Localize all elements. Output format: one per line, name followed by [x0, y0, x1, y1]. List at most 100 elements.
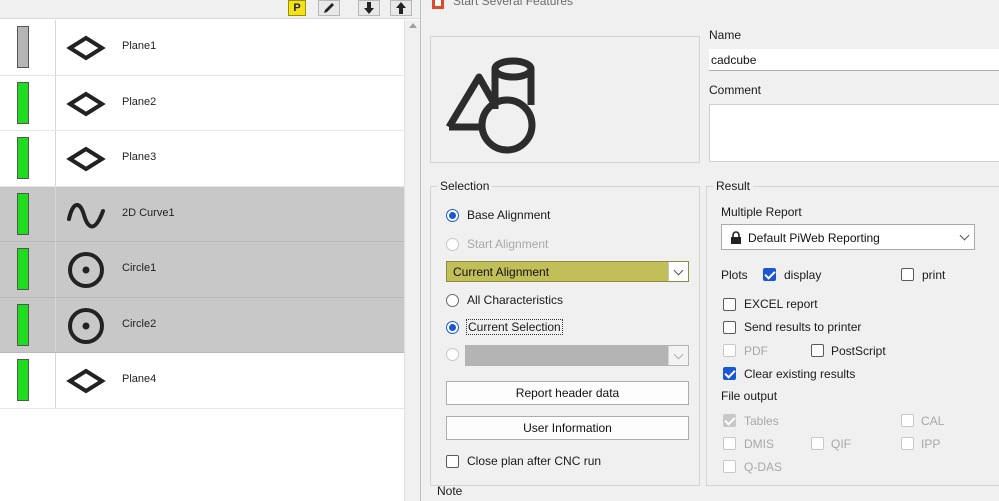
circle-icon — [64, 248, 108, 292]
dialog-title-bar: Start Several Features — [421, 0, 999, 12]
status-indicator — [17, 359, 29, 401]
all-characteristics-label: All Characteristics — [467, 293, 564, 307]
tables-label: Tables — [744, 414, 779, 428]
column-divider — [55, 242, 56, 297]
close-plan-label: Close plan after CNC run — [467, 454, 602, 468]
ipp-label: IPP — [921, 437, 941, 451]
postscript-label: PostScript — [831, 344, 886, 358]
current-selection-radio[interactable] — [446, 321, 459, 334]
qif-label: QIF — [831, 437, 851, 451]
plane-icon — [64, 26, 108, 70]
circle-icon — [64, 304, 108, 348]
excel-report-label: EXCEL report — [744, 297, 818, 311]
chevron-down-icon — [668, 346, 688, 365]
plane-icon — [64, 82, 108, 126]
column-divider — [55, 297, 56, 352]
name-label: Name — [709, 28, 742, 42]
ipp-checkbox[interactable] — [901, 437, 914, 450]
p-label: P — [293, 2, 301, 14]
user-information-button[interactable]: User Information — [446, 416, 689, 440]
feature-list: Plane1 Plane2 Plane3 2D Curve1 Circle1 Circle… — [0, 20, 404, 409]
status-indicator — [17, 192, 29, 235]
p-toggle-button[interactable]: P — [288, 0, 306, 16]
dmis-checkbox[interactable] — [723, 437, 736, 450]
custom-selection-select[interactable] — [465, 345, 689, 366]
dmis-label: DMIS — [744, 437, 774, 451]
curve-icon — [64, 193, 108, 237]
feature-row[interactable]: Plane4 — [0, 353, 404, 409]
custom-selection-radio[interactable] — [446, 348, 459, 361]
report-select-value: Default PiWeb Reporting — [748, 231, 880, 245]
feature-row[interactable]: Plane3 — [0, 131, 404, 187]
feature-preview — [430, 36, 700, 163]
name-field[interactable]: cadcube — [709, 49, 999, 71]
qdas-label: Q-DAS — [744, 460, 783, 474]
start-alignment-radio[interactable] — [446, 238, 459, 251]
base-alignment-label: Base Alignment — [467, 208, 551, 222]
clear-results-label: Clear existing results — [744, 367, 856, 381]
app-icon — [432, 0, 444, 9]
move-up-button[interactable] — [390, 0, 412, 16]
feature-name: Plane2 — [122, 95, 157, 108]
plots-label: Plots — [721, 268, 748, 282]
status-indicator — [17, 26, 29, 68]
comment-field[interactable] — [709, 104, 999, 162]
all-characteristics-radio[interactable] — [446, 294, 459, 307]
feature-row[interactable]: Plane1 — [0, 20, 404, 76]
qif-checkbox[interactable] — [811, 437, 824, 450]
list-scrollbar[interactable] — [404, 20, 420, 501]
lock-icon — [731, 231, 741, 244]
excel-report-checkbox[interactable] — [723, 298, 736, 311]
tables-checkbox[interactable] — [723, 414, 736, 427]
note-label: Note — [437, 484, 463, 498]
alignment-select-value: Current Alignment — [453, 265, 550, 279]
file-output-label: File output — [721, 389, 778, 403]
report-select[interactable]: Default PiWeb Reporting — [721, 224, 975, 250]
feature-row[interactable]: 2D Curve1 — [0, 186, 404, 242]
selection-group: Selection — [430, 179, 700, 486]
feature-name: Circle2 — [122, 317, 157, 330]
chevron-down-icon — [668, 262, 688, 281]
pdf-label: PDF — [744, 344, 768, 358]
pencil-icon — [324, 3, 334, 13]
feature-row[interactable]: Circle1 — [0, 242, 404, 298]
cal-label: CAL — [921, 414, 945, 428]
status-indicator — [17, 81, 29, 124]
plane-icon — [64, 137, 108, 181]
feature-row[interactable]: Circle2 — [0, 297, 404, 353]
comment-label: Comment — [709, 83, 762, 97]
clear-results-checkbox[interactable] — [723, 367, 736, 380]
selection-group-title: Selection — [437, 179, 493, 193]
pdf-checkbox[interactable] — [723, 344, 736, 357]
base-alignment-radio[interactable] — [446, 209, 459, 222]
send-to-printer-checkbox[interactable] — [723, 321, 736, 334]
column-divider — [55, 75, 56, 130]
print-checkbox[interactable] — [901, 268, 914, 281]
start-several-features-dialog: Start Several Features Name cadcube Comm… — [420, 0, 999, 501]
print-label: print — [922, 268, 946, 282]
report-header-data-button[interactable]: Report header data — [446, 381, 689, 405]
geometry-shapes-icon — [445, 57, 536, 154]
feature-name: 2D Curve1 — [122, 206, 175, 219]
feature-row[interactable]: Plane2 — [0, 75, 404, 131]
feature-name: Plane3 — [122, 151, 157, 163]
move-down-button[interactable] — [358, 0, 380, 16]
qdas-checkbox[interactable] — [723, 460, 736, 473]
arrow-up-icon — [396, 2, 406, 14]
status-indicator — [17, 303, 29, 346]
column-divider — [55, 131, 56, 186]
display-checkbox[interactable] — [763, 268, 776, 281]
alignment-select[interactable]: Current Alignment — [446, 261, 689, 282]
column-divider — [55, 186, 56, 241]
edit-button[interactable] — [318, 0, 340, 16]
feature-list-panel: P Plane1 Plane2 Plane3 2D Curve1 Circle1 Circ… — [0, 0, 420, 501]
arrow-down-icon — [364, 2, 374, 14]
close-plan-checkbox[interactable] — [446, 455, 459, 468]
scroll-up-arrow-icon[interactable] — [409, 23, 417, 28]
feature-toolbar: P — [0, 0, 420, 19]
dialog-title: Start Several Features — [453, 0, 574, 8]
postscript-checkbox[interactable] — [811, 344, 824, 357]
feature-name: Plane1 — [122, 40, 157, 52]
chevron-down-icon — [954, 225, 974, 249]
cal-checkbox[interactable] — [901, 414, 914, 427]
